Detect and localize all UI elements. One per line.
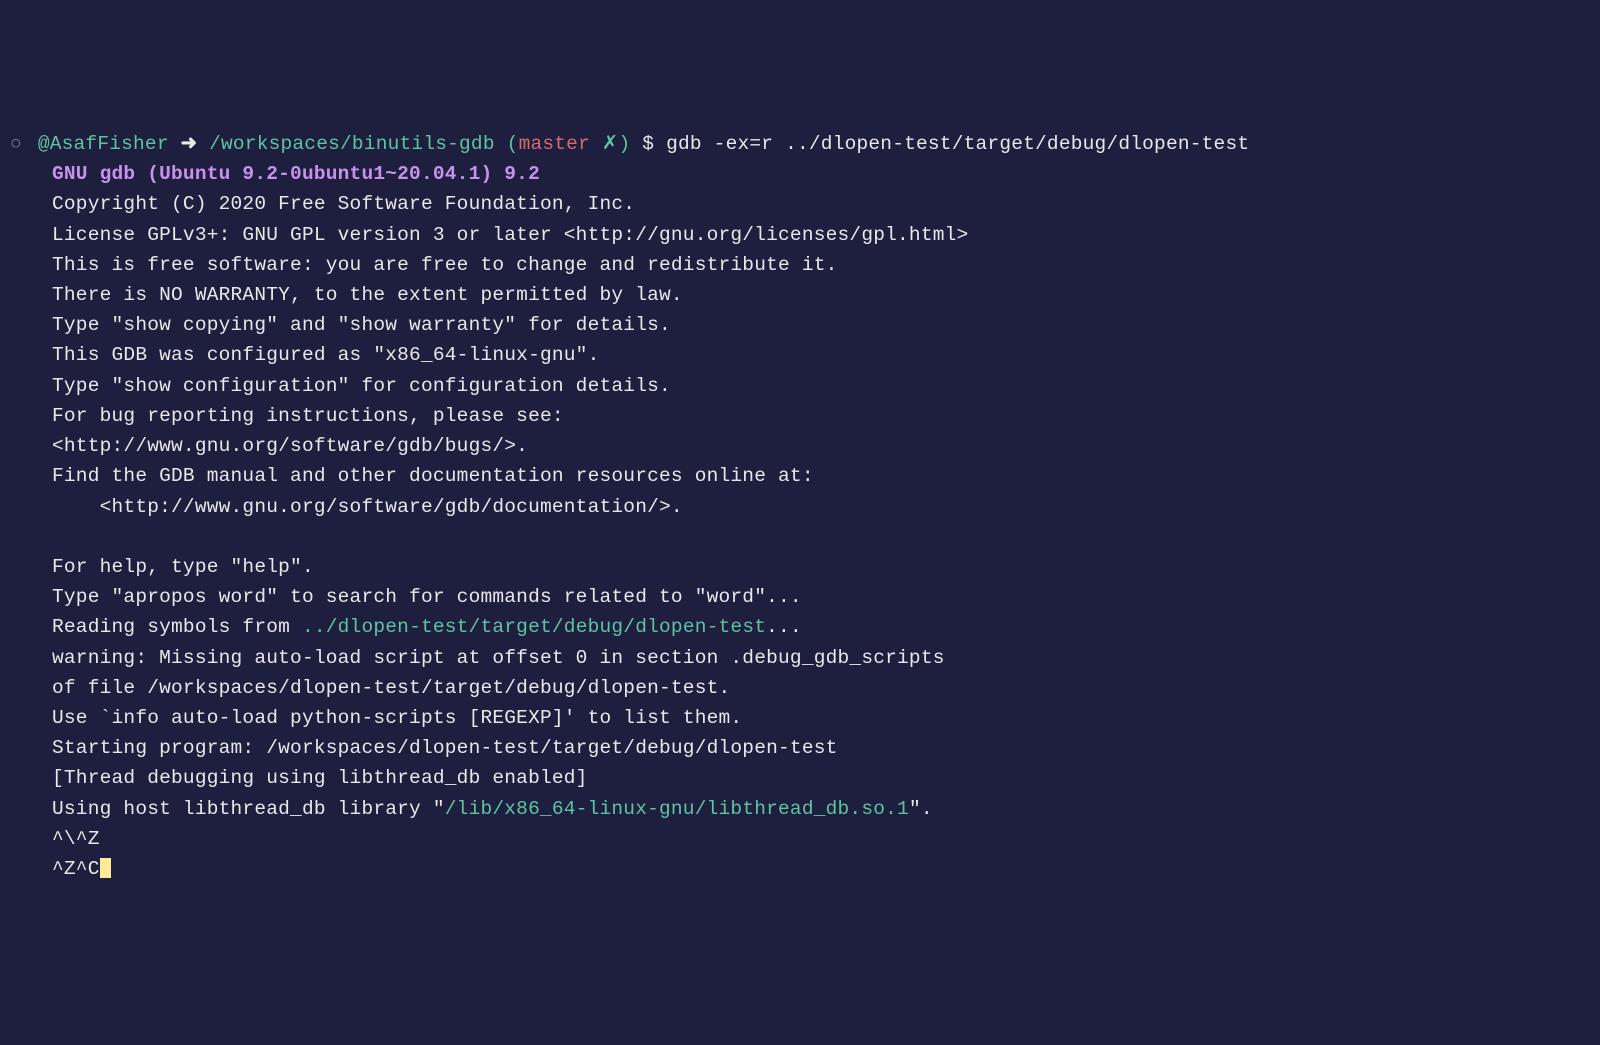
- starting-line: Starting program: /workspaces/dlopen-tes…: [10, 737, 838, 759]
- reading-prefix: Reading symbols from: [52, 616, 302, 638]
- docs-url-line: <http://www.gnu.org/software/gdb/documen…: [10, 496, 683, 518]
- using-host-line: Using host libthread_db library "/lib/x8…: [10, 798, 933, 820]
- using-host-suffix: ".: [909, 798, 933, 820]
- paren-open: (: [507, 133, 519, 155]
- prompt-dollar: $: [642, 133, 654, 155]
- use-info-line: Use `info auto-load python-scripts [REGE…: [10, 707, 742, 729]
- prompt-line: ○ @AsafFisher ➜ /workspaces/binutils-gdb…: [10, 133, 1249, 155]
- copyright-line: Copyright (C) 2020 Free Software Foundat…: [10, 193, 635, 215]
- reading-suffix: ...: [766, 616, 802, 638]
- arrow-icon: ➜: [181, 133, 198, 155]
- show-config-line: Type "show configuration" for configurat…: [10, 375, 671, 397]
- thread-debug-line: [Thread debugging using libthread_db ena…: [10, 767, 588, 789]
- bug-report-line: For bug reporting instructions, please s…: [10, 405, 564, 427]
- show-copying-line: Type "show copying" and "show warranty" …: [10, 314, 671, 336]
- find-manual-line: Find the GDB manual and other documentat…: [10, 465, 814, 487]
- warning-line: warning: Missing auto-load script at off…: [10, 647, 945, 669]
- free-software-line: This is free software: you are free to c…: [10, 254, 838, 276]
- no-warranty-line: There is NO WARRANTY, to the extent perm…: [10, 284, 683, 306]
- status-circle-icon: ○: [10, 133, 22, 155]
- apropos-line: Type "apropos word" to search for comman…: [10, 586, 802, 608]
- libthread-path: /lib/x86_64-linux-gnu/libthread_db.so.1: [445, 798, 909, 820]
- ctrl-sequence-1: ^\^Z: [10, 828, 100, 850]
- cursor-icon: [100, 858, 111, 878]
- bugs-url-line: <http://www.gnu.org/software/gdb/bugs/>.: [10, 435, 528, 457]
- paren-close: ): [618, 133, 630, 155]
- git-branch: master: [519, 133, 590, 155]
- reading-symbols-line: Reading symbols from ../dlopen-test/targ…: [10, 616, 802, 638]
- reading-path: ../dlopen-test/target/debug/dlopen-test: [302, 616, 766, 638]
- gdb-version: GNU gdb (Ubuntu 9.2-0ubuntu1~20.04.1) 9.…: [10, 163, 540, 185]
- empty-line: [10, 526, 52, 548]
- of-file-line: of file /workspaces/dlopen-test/target/d…: [10, 677, 730, 699]
- ctrl-sequence-2: ^Z^C: [10, 858, 111, 880]
- for-help-line: For help, type "help".: [10, 556, 314, 578]
- prompt-user: @AsafFisher: [38, 133, 169, 155]
- license-line: License GPLv3+: GNU GPL version 3 or lat…: [10, 224, 968, 246]
- terminal-output[interactable]: ○ @AsafFisher ➜ /workspaces/binutils-gdb…: [10, 129, 1590, 884]
- prompt-cwd: /workspaces/binutils-gdb: [209, 133, 495, 155]
- using-host-prefix: Using host libthread_db library ": [52, 798, 445, 820]
- command-text: gdb -ex=r ../dlopen-test/target/debug/dl…: [666, 133, 1249, 155]
- git-dirty-icon: ✗: [602, 133, 619, 155]
- configured-line: This GDB was configured as "x86_64-linux…: [10, 344, 600, 366]
